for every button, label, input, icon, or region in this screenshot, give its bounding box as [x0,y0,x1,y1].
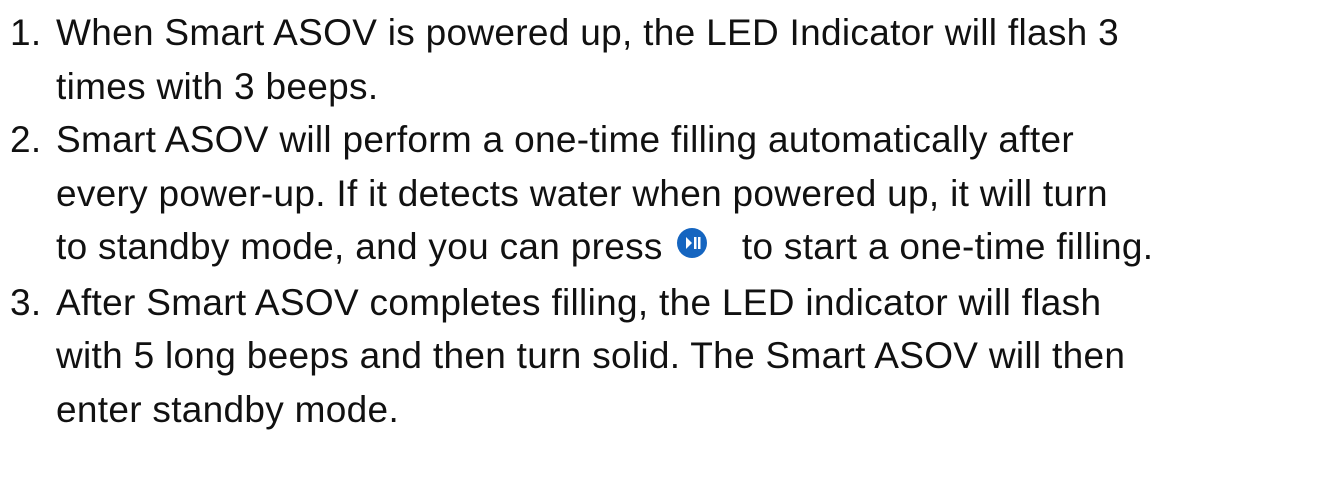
step-line: After Smart ASOV completes filling, the … [56,281,1102,323]
step-line: Smart ASOV will perform a one-time filli… [56,119,1074,160]
instruction-step-2: 2. Smart ASOV will perform a one-time fi… [10,113,1324,276]
step-line: with 5 long beeps and then turn solid. T… [56,335,1126,377]
step-number: 3. [10,281,42,323]
step-line: times with 3 beeps. [56,65,379,107]
step-line-with-icon: to standby mode, and you can press to st… [56,220,1324,276]
step-line: enter standby mode. [56,388,400,430]
play-pause-icon [677,219,708,273]
instruction-step-1: 1. When Smart ASOV is powered up, the LE… [10,6,1324,113]
step-line-after-icon: to start a one-time filling. [741,226,1154,267]
step-number: 2. [10,119,42,160]
step-number: 1. [10,12,42,53]
step-line: every power-up. If it detects water when… [56,172,1108,214]
instruction-document: 1. When Smart ASOV is powered up, the LE… [0,0,1324,480]
step-line: When Smart ASOV is powered up, the LED I… [56,12,1120,53]
step-line-before-icon: to standby mode, and you can press [56,226,663,267]
instruction-step-3: 3. After Smart ASOV completes filling, t… [10,276,1324,437]
